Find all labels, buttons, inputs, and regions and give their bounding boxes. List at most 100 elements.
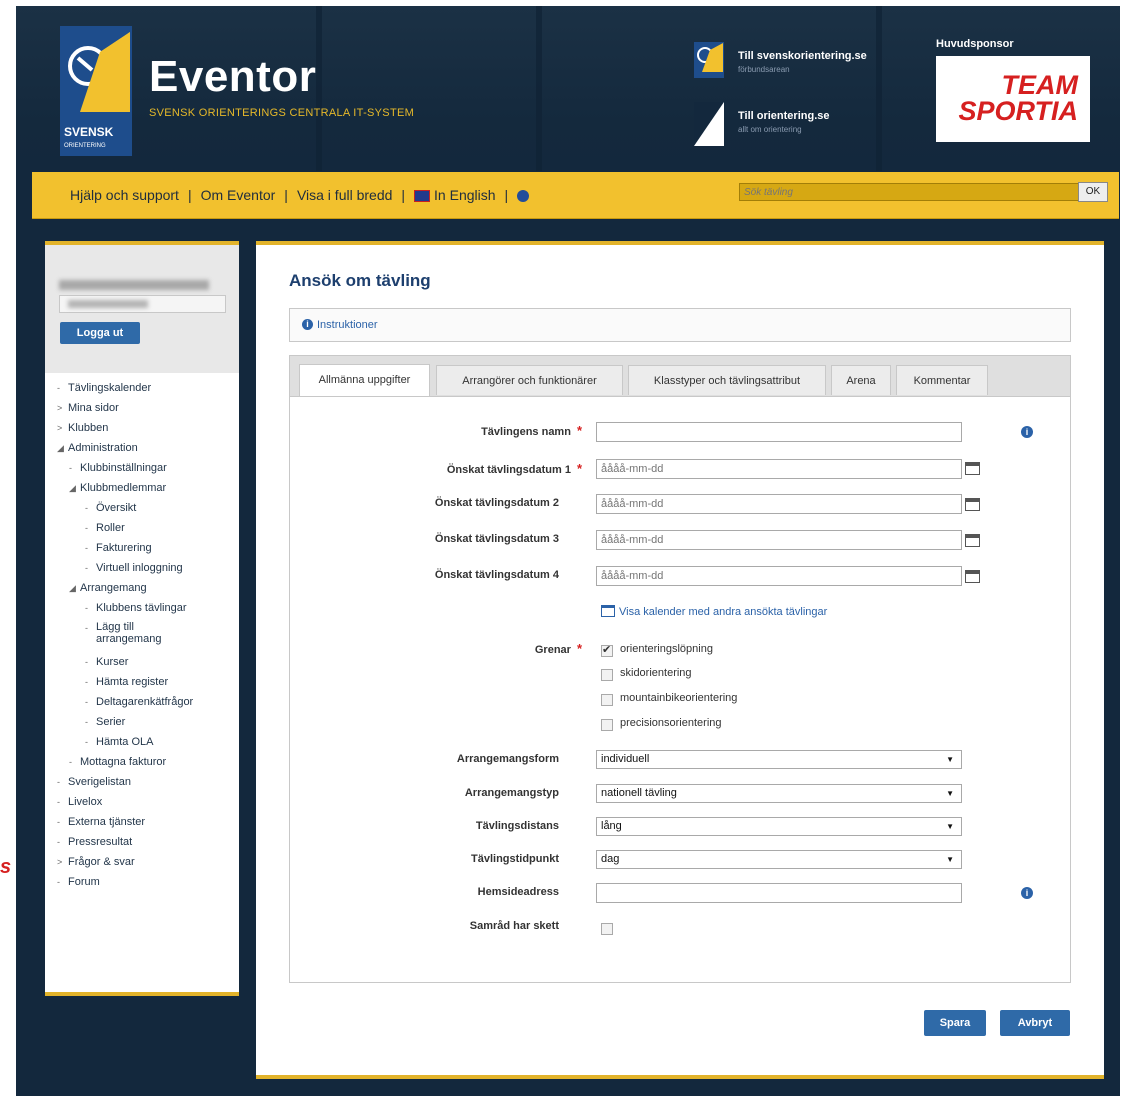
sidebar-item[interactable]: - Tävlingskalender xyxy=(45,381,239,401)
bullet-icon: - xyxy=(69,757,72,767)
sidebar-item[interactable]: > Klubben xyxy=(45,421,239,441)
sidebar-item-label: Roller xyxy=(96,522,125,534)
sidebar-item[interactable]: - Hämta OLA xyxy=(45,735,239,755)
cancel-button[interactable]: Avbryt xyxy=(1000,1010,1070,1036)
calendar-picker-icon[interactable] xyxy=(965,570,980,583)
sidebar-item-label: Hämta OLA xyxy=(96,736,154,748)
select-value: lång xyxy=(601,820,622,832)
site-title[interactable]: Eventor xyxy=(149,52,316,102)
organisation-select[interactable] xyxy=(59,295,226,313)
search-ok-button[interactable]: OK xyxy=(1078,182,1108,202)
form-tab-container: Allmänna uppgifter Arrangörer och funkti… xyxy=(289,355,1071,983)
date1-label: Önskat tävlingsdatum 1 * xyxy=(447,461,582,476)
website-label: Hemsideadress xyxy=(477,886,559,898)
sponsor-logo[interactable]: TEAM SPORTIA xyxy=(936,56,1090,142)
svensk-orientering-logo[interactable]: SVENSK ORIENTERING xyxy=(60,26,132,156)
website-input[interactable] xyxy=(596,883,962,903)
date4-label: Önskat tävlingsdatum 4 xyxy=(434,569,559,581)
sidebar-item-label: Kurser xyxy=(96,656,129,668)
bullet-icon: - xyxy=(85,523,88,533)
website-info-icon[interactable]: i xyxy=(1021,887,1033,899)
branch-checkbox-precision[interactable] xyxy=(601,719,613,731)
sidebar-item[interactable]: - Virtuell inloggning xyxy=(45,561,239,581)
sidebar-item-label: Virtuell inloggning xyxy=(96,562,183,574)
sidebar-item-label: Klubbens tävlingar xyxy=(96,602,187,614)
branch-checkbox-mtb[interactable] xyxy=(601,694,613,706)
arrangement-type-label: Arrangemangstyp xyxy=(464,787,559,799)
calendar-picker-icon[interactable] xyxy=(965,462,980,475)
time-select[interactable]: dag ▼ xyxy=(596,850,962,869)
branch-checkbox-running[interactable] xyxy=(601,643,613,657)
date2-input[interactable] xyxy=(596,494,962,514)
date4-input[interactable] xyxy=(596,566,962,586)
lock-icon[interactable] xyxy=(517,190,530,203)
tab-classtypes[interactable]: Klasstyper och tävlingsattribut xyxy=(628,365,826,395)
date1-input[interactable] xyxy=(596,459,962,479)
logout-button[interactable]: Logga ut xyxy=(60,322,140,344)
sidebar-item[interactable]: - Kurser xyxy=(45,655,239,675)
tab-organizers[interactable]: Arrangörer och funktionärer xyxy=(436,365,623,395)
bullet-icon: - xyxy=(85,677,88,687)
instructions-panel[interactable]: i Instruktioner xyxy=(289,308,1071,342)
arrangement-type-select[interactable]: nationell tävling ▼ xyxy=(596,784,962,803)
sidebar-item[interactable]: - Hämta register xyxy=(45,675,239,695)
sidebar-item-label: Frågor & svar xyxy=(68,856,135,868)
sidebar-item[interactable]: - Lägg till arrangemang xyxy=(45,621,239,655)
sidebar-item[interactable]: - Klubbens tävlingar xyxy=(45,601,239,621)
tab-comment[interactable]: Kommentar xyxy=(896,365,988,395)
time-label: Tävlingstidpunkt xyxy=(471,853,559,865)
sidebar-item[interactable]: > Mina sidor xyxy=(45,401,239,421)
bullet-icon: - xyxy=(57,777,60,787)
separator: | xyxy=(401,187,406,203)
nav-fullwidth-link[interactable]: Visa i full bredd xyxy=(297,187,392,203)
distance-select[interactable]: lång ▼ xyxy=(596,817,962,836)
sidebar-item[interactable]: - Översikt xyxy=(45,501,239,521)
sidebar-item[interactable]: - Roller xyxy=(45,521,239,541)
sidebar-menu: - Tävlingskalender > Mina sidor > Klubben ◢ Adm… xyxy=(45,381,239,895)
sidebar-item[interactable]: - Sverigelistan xyxy=(45,775,239,795)
sidebar-item[interactable]: - Klubbinställningar xyxy=(45,461,239,481)
nav-about-link[interactable]: Om Eventor xyxy=(201,187,276,203)
tab-arena[interactable]: Arena xyxy=(831,365,891,395)
sidebar-item[interactable]: - Livelox xyxy=(45,795,239,815)
sidebar-item[interactable]: > Frågor & svar xyxy=(45,855,239,875)
required-marker: * xyxy=(576,641,582,656)
nav-english-link[interactable]: In English xyxy=(434,187,495,203)
page-frame: SVENSK ORIENTERING Eventor SVENSK ORIENT… xyxy=(16,6,1120,1096)
nav-help-link[interactable]: Hjälp och support xyxy=(70,187,179,203)
sidebar-item[interactable]: - Serier xyxy=(45,715,239,735)
dropdown-arrow-icon: ▼ xyxy=(946,855,954,864)
branch-checkbox-ski[interactable] xyxy=(601,669,613,681)
sidebar-item[interactable]: ◢ Klubbmedlemmar xyxy=(45,481,239,501)
competition-name-input[interactable] xyxy=(596,422,962,442)
save-button[interactable]: Spara xyxy=(924,1010,986,1036)
dropdown-arrow-icon: ▼ xyxy=(946,789,954,798)
expand-arrow-icon: > xyxy=(57,403,63,413)
calendar-picker-icon[interactable] xyxy=(965,534,980,547)
arrangement-form-select[interactable]: individuell ▼ xyxy=(596,750,962,769)
date1-label-text: Önskat tävlingsdatum 1 xyxy=(446,464,571,476)
tab-general[interactable]: Allmänna uppgifter xyxy=(299,364,430,396)
sidebar-item[interactable]: ◢ Arrangemang xyxy=(45,581,239,601)
competition-search-input[interactable] xyxy=(739,183,1082,201)
show-calendar-link[interactable]: Visa kalender med andra ansökta tävlinga… xyxy=(619,606,827,618)
sidebar-item-label: Tävlingskalender xyxy=(68,382,152,394)
collapse-arrow-icon: ◢ xyxy=(69,583,76,593)
sidebar-item[interactable]: - Externa tjänster xyxy=(45,815,239,835)
bullet-icon: - xyxy=(85,563,88,573)
calendar-picker-icon[interactable] xyxy=(965,498,980,511)
date3-input[interactable] xyxy=(596,530,962,550)
top-navbar: Hjälp och support | Om Eventor | Visa i full… xyxy=(32,172,1119,219)
sidebar-item[interactable]: - Mottagna fakturor xyxy=(45,755,239,775)
name-label: Tävlingens namn * xyxy=(481,423,582,438)
sidebar-item[interactable]: ◢ Administration xyxy=(45,441,239,461)
site-subtitle: SVENSK ORIENTERINGS CENTRALA IT-SYSTEM xyxy=(149,107,415,119)
separator: | xyxy=(504,187,509,203)
consult-checkbox[interactable] xyxy=(601,923,613,935)
sidebar-item[interactable]: - Deltagarenkätfrågor xyxy=(45,695,239,715)
sidebar-item-label: Hämta register xyxy=(96,676,169,688)
sidebar-item[interactable]: - Fakturering xyxy=(45,541,239,561)
sidebar-item[interactable]: - Forum xyxy=(45,875,239,895)
name-info-icon[interactable]: i xyxy=(1021,426,1033,438)
sidebar-item[interactable]: - Pressresultat xyxy=(45,835,239,855)
